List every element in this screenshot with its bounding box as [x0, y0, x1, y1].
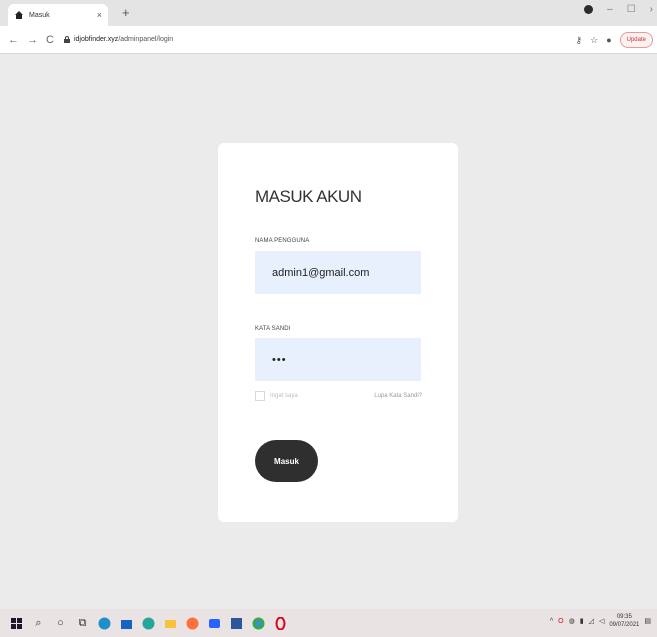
reload-icon[interactable]: C — [46, 34, 54, 46]
home-icon — [15, 11, 23, 19]
remember-label: Ingat saya — [270, 393, 298, 399]
notification-icon[interactable]: ▤ — [644, 617, 651, 625]
minimize-icon[interactable]: – — [607, 4, 613, 15]
close-window-icon[interactable]: › — [650, 4, 653, 15]
window-controls: – ☐ › — [584, 4, 653, 15]
maximize-icon[interactable]: ☐ — [627, 4, 636, 15]
edge-icon[interactable] — [98, 617, 111, 630]
url-field[interactable]: idjobfinder.xyz /adminpanel/login — [63, 36, 174, 43]
folder-icon[interactable] — [164, 617, 177, 630]
mail-icon[interactable] — [208, 617, 221, 630]
opera-tray-icon[interactable]: O — [558, 618, 563, 625]
clock-date: 09/07/2021 — [609, 622, 640, 628]
chevron-up-icon[interactable]: ^ — [550, 618, 553, 625]
page-viewport: MASUK AKUN NAMA PENGGUNA admin1@gmail.co… — [0, 55, 657, 609]
address-bar: ← → C idjobfinder.xyz /adminpanel/login … — [0, 26, 657, 54]
store-icon[interactable] — [120, 617, 133, 630]
tab-title: Masuk — [29, 11, 50, 19]
forward-icon[interactable]: → — [27, 34, 38, 46]
volume-icon[interactable]: ◁ — [599, 617, 604, 625]
login-card: MASUK AKUN NAMA PENGGUNA admin1@gmail.co… — [218, 143, 458, 522]
forgot-password-link[interactable]: Lupa Kata Sandi? — [374, 393, 422, 399]
firefox-icon[interactable] — [186, 617, 199, 630]
opera-icon[interactable] — [274, 616, 287, 630]
wifi-icon[interactable]: ◿ — [589, 617, 594, 625]
profile-icon[interactable]: ● — [606, 35, 611, 45]
page-title: MASUK AKUN — [255, 187, 362, 206]
toolbar-actions: ⚷ ☆ ● Update — [576, 32, 653, 48]
taskbar: ⌕ ○ ⧉ ^ O ◍ ▮ ◿ ◁ 09:35 09/07/2021 ▤ — [0, 609, 657, 637]
new-tab-button[interactable]: + — [122, 5, 130, 20]
cortana-icon[interactable]: ○ — [54, 617, 67, 630]
chrome-icon[interactable] — [252, 617, 265, 630]
password-label: KATA SANDI — [255, 326, 291, 332]
windows-start-icon[interactable] — [10, 617, 23, 630]
lock-icon — [63, 36, 70, 43]
search-icon[interactable]: ⌕ — [32, 617, 45, 630]
tab-close-icon[interactable]: × — [97, 10, 102, 20]
battery-icon[interactable]: ▮ — [580, 617, 584, 625]
key-icon[interactable]: ⚷ — [576, 35, 583, 46]
remember-me[interactable]: Ingat saya — [255, 391, 298, 401]
login-button[interactable]: Masuk — [255, 440, 318, 482]
update-button[interactable]: Update — [619, 32, 653, 48]
app-icon[interactable] — [142, 617, 155, 630]
username-field[interactable]: admin1@gmail.com — [255, 251, 421, 294]
username-label: NAMA PENGGUNA — [255, 238, 310, 244]
url-domain: idjobfinder.xyz — [73, 36, 119, 43]
browser-tab[interactable]: Masuk × — [8, 4, 108, 26]
network-icon[interactable]: ◍ — [569, 617, 575, 625]
system-tray: ^ O ◍ ▮ ◿ ◁ 09:35 09/07/2021 ▤ — [550, 613, 651, 629]
profile-dot-icon[interactable] — [584, 5, 594, 14]
task-view-icon[interactable]: ⧉ — [76, 617, 89, 630]
url-path: /adminpanel/login — [118, 36, 174, 43]
clock[interactable]: 09:35 09/07/2021 — [609, 613, 639, 629]
back-icon[interactable]: ← — [8, 34, 19, 46]
remember-checkbox[interactable] — [255, 391, 265, 401]
password-field[interactable]: ••• — [255, 338, 421, 381]
star-icon[interactable]: ☆ — [590, 35, 598, 46]
word-icon[interactable] — [230, 617, 243, 630]
clock-time: 09:35 — [616, 614, 632, 620]
tab-strip: Masuk × + – ☐ › — [0, 0, 657, 26]
